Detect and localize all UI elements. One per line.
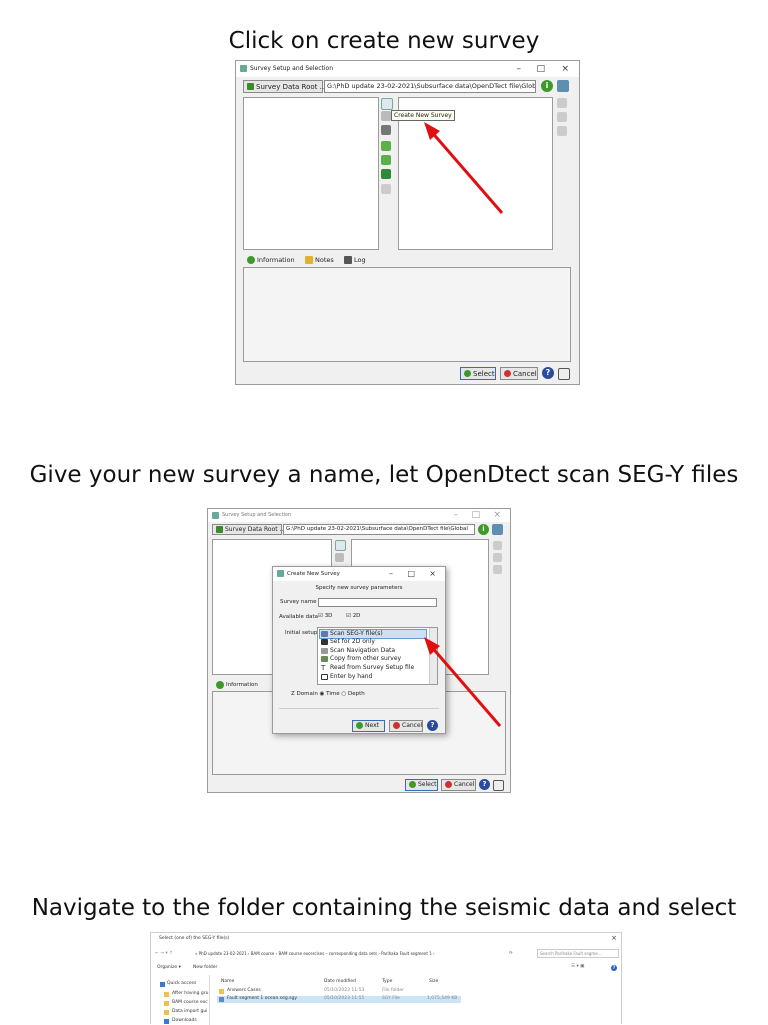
explorer-search-field[interactable]: Search Parihaka Fault segme... <box>537 949 619 958</box>
explorer-title: Select (one of) the SEG-Y file(s) <box>159 936 230 941</box>
view-options-icon[interactable]: ☰ ▾ ▣ <box>571 964 584 970</box>
nav-arrows[interactable]: ← → ▾ ↑ <box>155 951 173 957</box>
folder-icon-n2 <box>164 1001 169 1006</box>
sgy-file-icon <box>219 997 224 1002</box>
folder-icon-n3 <box>164 1010 169 1015</box>
folder-icon-n1 <box>164 992 169 997</box>
nav-item-1[interactable]: After having gru <box>172 991 208 997</box>
file-row-1[interactable]: Fault segment 1 ocean.seg.sgy 05/10/2023… <box>217 996 461 1003</box>
row1-date: 05/10/2023 11:55 <box>324 996 365 1001</box>
file-explorer-dialog: Select (one of) the SEG-Y file(s) × ← → … <box>150 932 622 1025</box>
row0-type: File folder <box>382 988 405 993</box>
explorer-nav-pane: Quick access After having gru BAM course… <box>151 975 210 1025</box>
explorer-close-button[interactable]: × <box>611 935 617 942</box>
explorer-help-icon[interactable]: ? <box>611 965 617 971</box>
red-arrow-step2 <box>424 637 502 727</box>
organize-button[interactable]: Organize ▾ <box>157 965 181 971</box>
col-size[interactable]: Size <box>429 979 438 985</box>
col-name[interactable]: Name <box>221 979 234 985</box>
col-type[interactable]: Type <box>382 979 392 985</box>
nav-item-4[interactable]: Downloads <box>172 1018 197 1024</box>
row1-size: 1,075,549 KB <box>427 996 458 1001</box>
nav-item-3[interactable]: Data import gui <box>172 1009 207 1015</box>
star-icon <box>160 982 165 987</box>
step3-caption: Navigate to the folder containing the se… <box>31 895 737 921</box>
file-row-0[interactable]: Answers Cases 05/10/2023 11:53 File fold… <box>217 988 461 995</box>
row1-type: SGY File <box>382 996 400 1001</box>
col-date[interactable]: Date modified <box>324 979 356 985</box>
folder-icon-r0 <box>219 989 224 994</box>
refresh-icon-explorer[interactable]: ⟳ <box>509 951 513 957</box>
download-icon <box>164 1019 169 1024</box>
row1-name: Fault segment 1 ocean.seg.sgy <box>227 996 297 1001</box>
new-folder-button[interactable]: New folder <box>193 965 217 971</box>
row0-date: 05/10/2023 11:53 <box>324 988 365 993</box>
nav-quick-access[interactable]: Quick access <box>167 981 196 987</box>
nav-item-2[interactable]: BAM course exc <box>172 1000 208 1006</box>
row0-name: Answers Cases <box>227 988 261 993</box>
breadcrumb[interactable]: « PhD update 23-02-2021 › BAM course › B… <box>195 951 435 957</box>
